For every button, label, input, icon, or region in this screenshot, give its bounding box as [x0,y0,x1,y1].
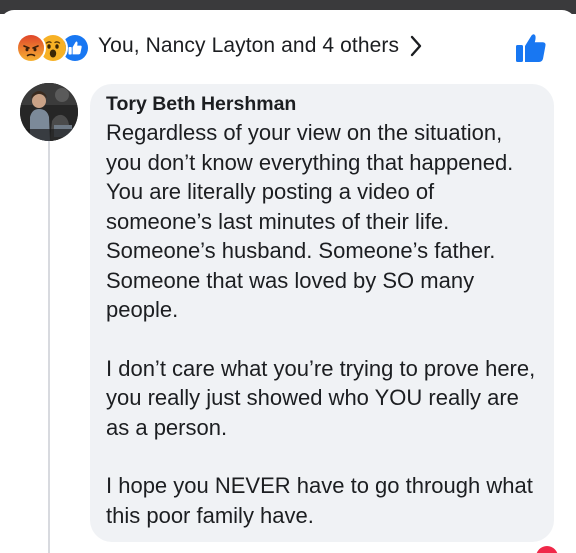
profile-photo [20,83,78,141]
comment-author[interactable]: Tory Beth Hershman [106,92,540,116]
comment-bubble: Tory Beth Hershman Regardless of your vi… [90,84,554,542]
avatar[interactable] [20,83,78,141]
reaction-icons [16,31,92,63]
thread-line [48,140,50,553]
screen: You, Nancy Layton and 4 others Tory Beth… [0,0,576,553]
thumbs-up-icon [516,34,546,62]
reactions-summary[interactable]: You, Nancy Layton and 4 others [16,28,423,64]
chevron-right-icon [410,35,422,57]
comment-paragraph-2: I don’t care what you’re trying to prove… [106,355,536,440]
like-button[interactable] [514,32,548,64]
comment-paragraph-3: I hope you NEVER have to go through what… [106,473,533,528]
angry-icon [16,33,46,63]
reactions-summary-text: You, Nancy Layton and 4 others [98,34,400,57]
comment-paragraph-1: Regardless of your view on the situation… [106,120,514,322]
